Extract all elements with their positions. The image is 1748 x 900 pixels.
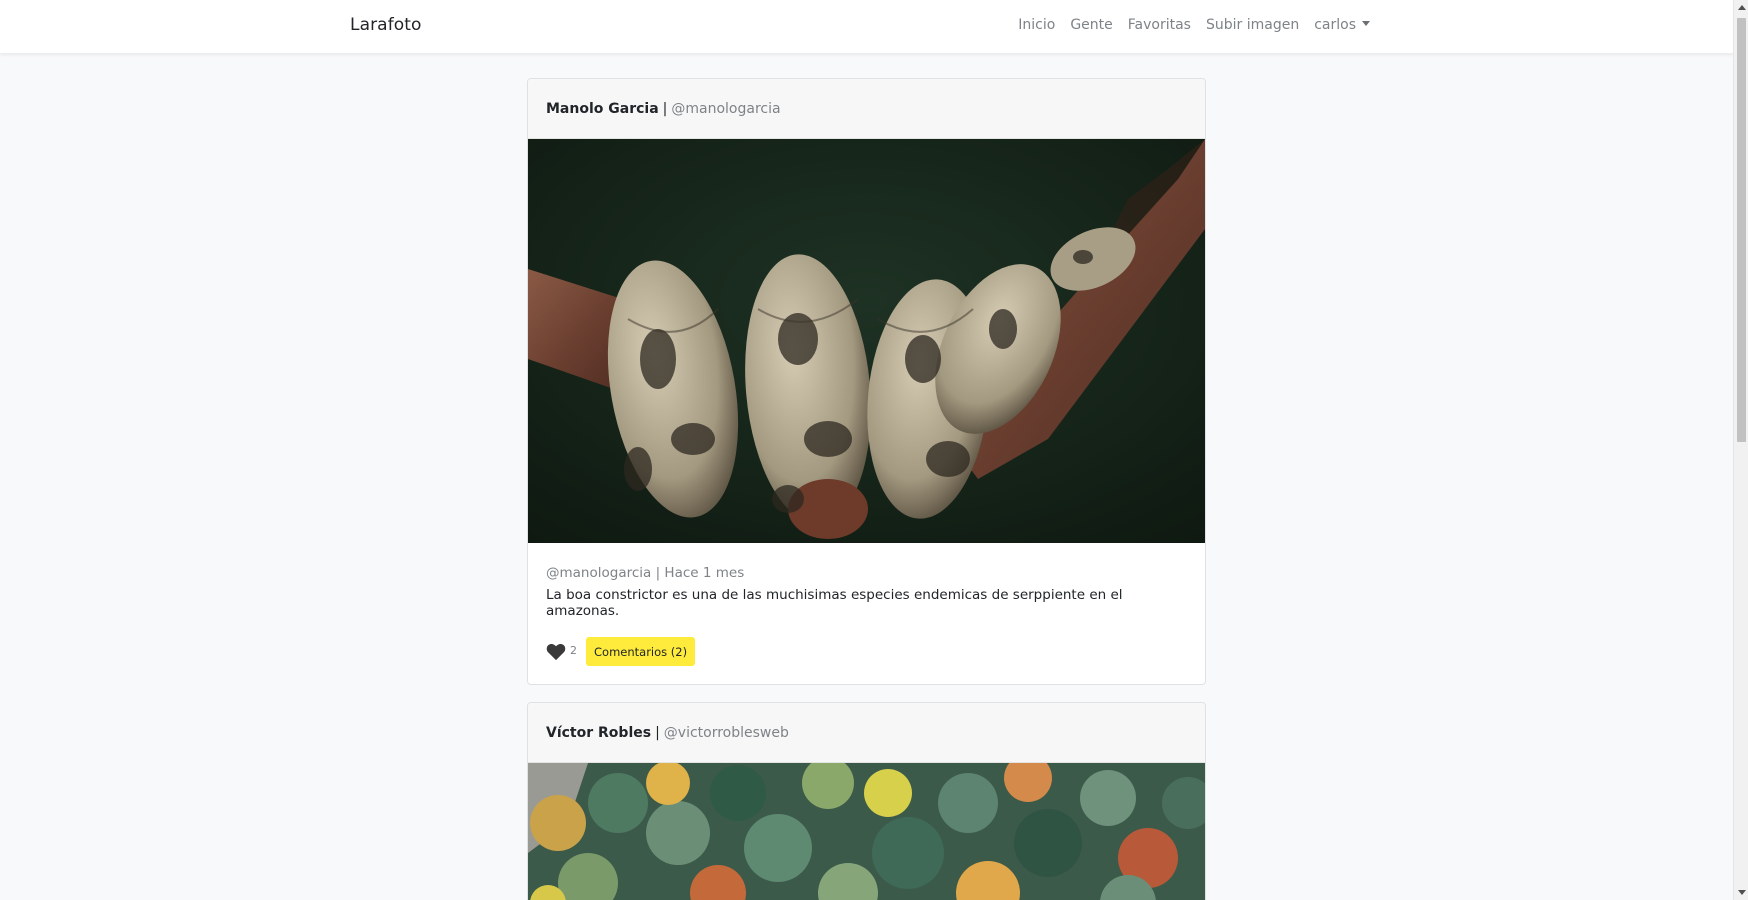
- nav-link-inicio[interactable]: Inicio: [1018, 17, 1055, 33]
- post-description: La boa constrictor es una de las muchisi…: [546, 587, 1123, 619]
- header-separator: |: [655, 724, 660, 741]
- post-card: Manolo Garcia | @manologarcia @manologar…: [527, 78, 1206, 685]
- like-count: 2: [570, 643, 577, 657]
- author-name[interactable]: Víctor Robles: [546, 725, 651, 741]
- author-nick[interactable]: @victorroblesweb: [664, 725, 789, 741]
- nav-link-favoritas[interactable]: Favoritas: [1128, 17, 1191, 33]
- nav-link-gente[interactable]: Gente: [1070, 17, 1112, 33]
- caret-down-icon: [1362, 20, 1370, 26]
- author-name[interactable]: Manolo Garcia: [546, 101, 659, 117]
- scroll-thumb[interactable]: [1737, 18, 1746, 442]
- post-actions: 2 Comentarios (2): [546, 637, 1187, 666]
- post-body: @manologarcia | Hace 1 mes La boa constr…: [528, 543, 1205, 684]
- post-meta: @manologarcia | Hace 1 mes: [546, 565, 745, 581]
- user-dropdown[interactable]: carlos: [1314, 17, 1370, 33]
- post-image[interactable]: [528, 763, 1205, 900]
- post-image[interactable]: [528, 139, 1205, 543]
- heart-icon[interactable]: [546, 643, 566, 661]
- page-scrollbar[interactable]: [1733, 0, 1748, 900]
- user-dropdown-label: carlos: [1314, 17, 1356, 33]
- post-header: Víctor Robles | @victorroblesweb: [528, 703, 1205, 763]
- author-nick[interactable]: @manologarcia: [671, 101, 780, 117]
- scroll-down-icon[interactable]: [1738, 890, 1746, 895]
- post-header: Manolo Garcia | @manologarcia: [528, 79, 1205, 139]
- comments-button[interactable]: Comentarios (2): [586, 637, 696, 666]
- scroll-up-icon[interactable]: [1738, 5, 1746, 10]
- navbar: Larafoto Inicio Gente Favoritas Subir im…: [0, 0, 1733, 54]
- post-card: Víctor Robles | @victorroblesweb: [527, 702, 1206, 900]
- brand-link[interactable]: Larafoto: [350, 15, 422, 35]
- nav-link-subir-imagen[interactable]: Subir imagen: [1206, 17, 1299, 33]
- header-separator: |: [662, 100, 668, 117]
- nav-links: Inicio Gente Favoritas Subir imagen carl…: [1018, 17, 1370, 33]
